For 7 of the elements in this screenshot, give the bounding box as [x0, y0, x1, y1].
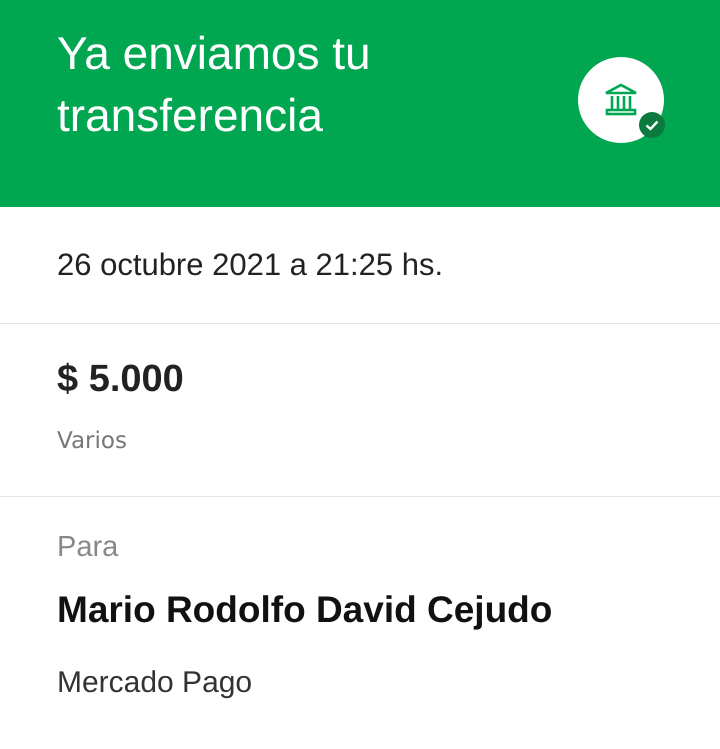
transfer-amount: $ 5.000 — [57, 357, 185, 402]
header-title: Ya enviamos tu transferencia — [57, 26, 372, 143]
transfer-date: 26 octubre 2021 a 21:25 hs. — [57, 246, 444, 284]
recipient-name: Mario Rodolfo David Cejudo — [57, 588, 554, 632]
recipient-bank: Mercado Pago — [57, 665, 254, 701]
transfer-note: Varios — [57, 427, 128, 456]
recipient-label: Para — [57, 530, 120, 565]
